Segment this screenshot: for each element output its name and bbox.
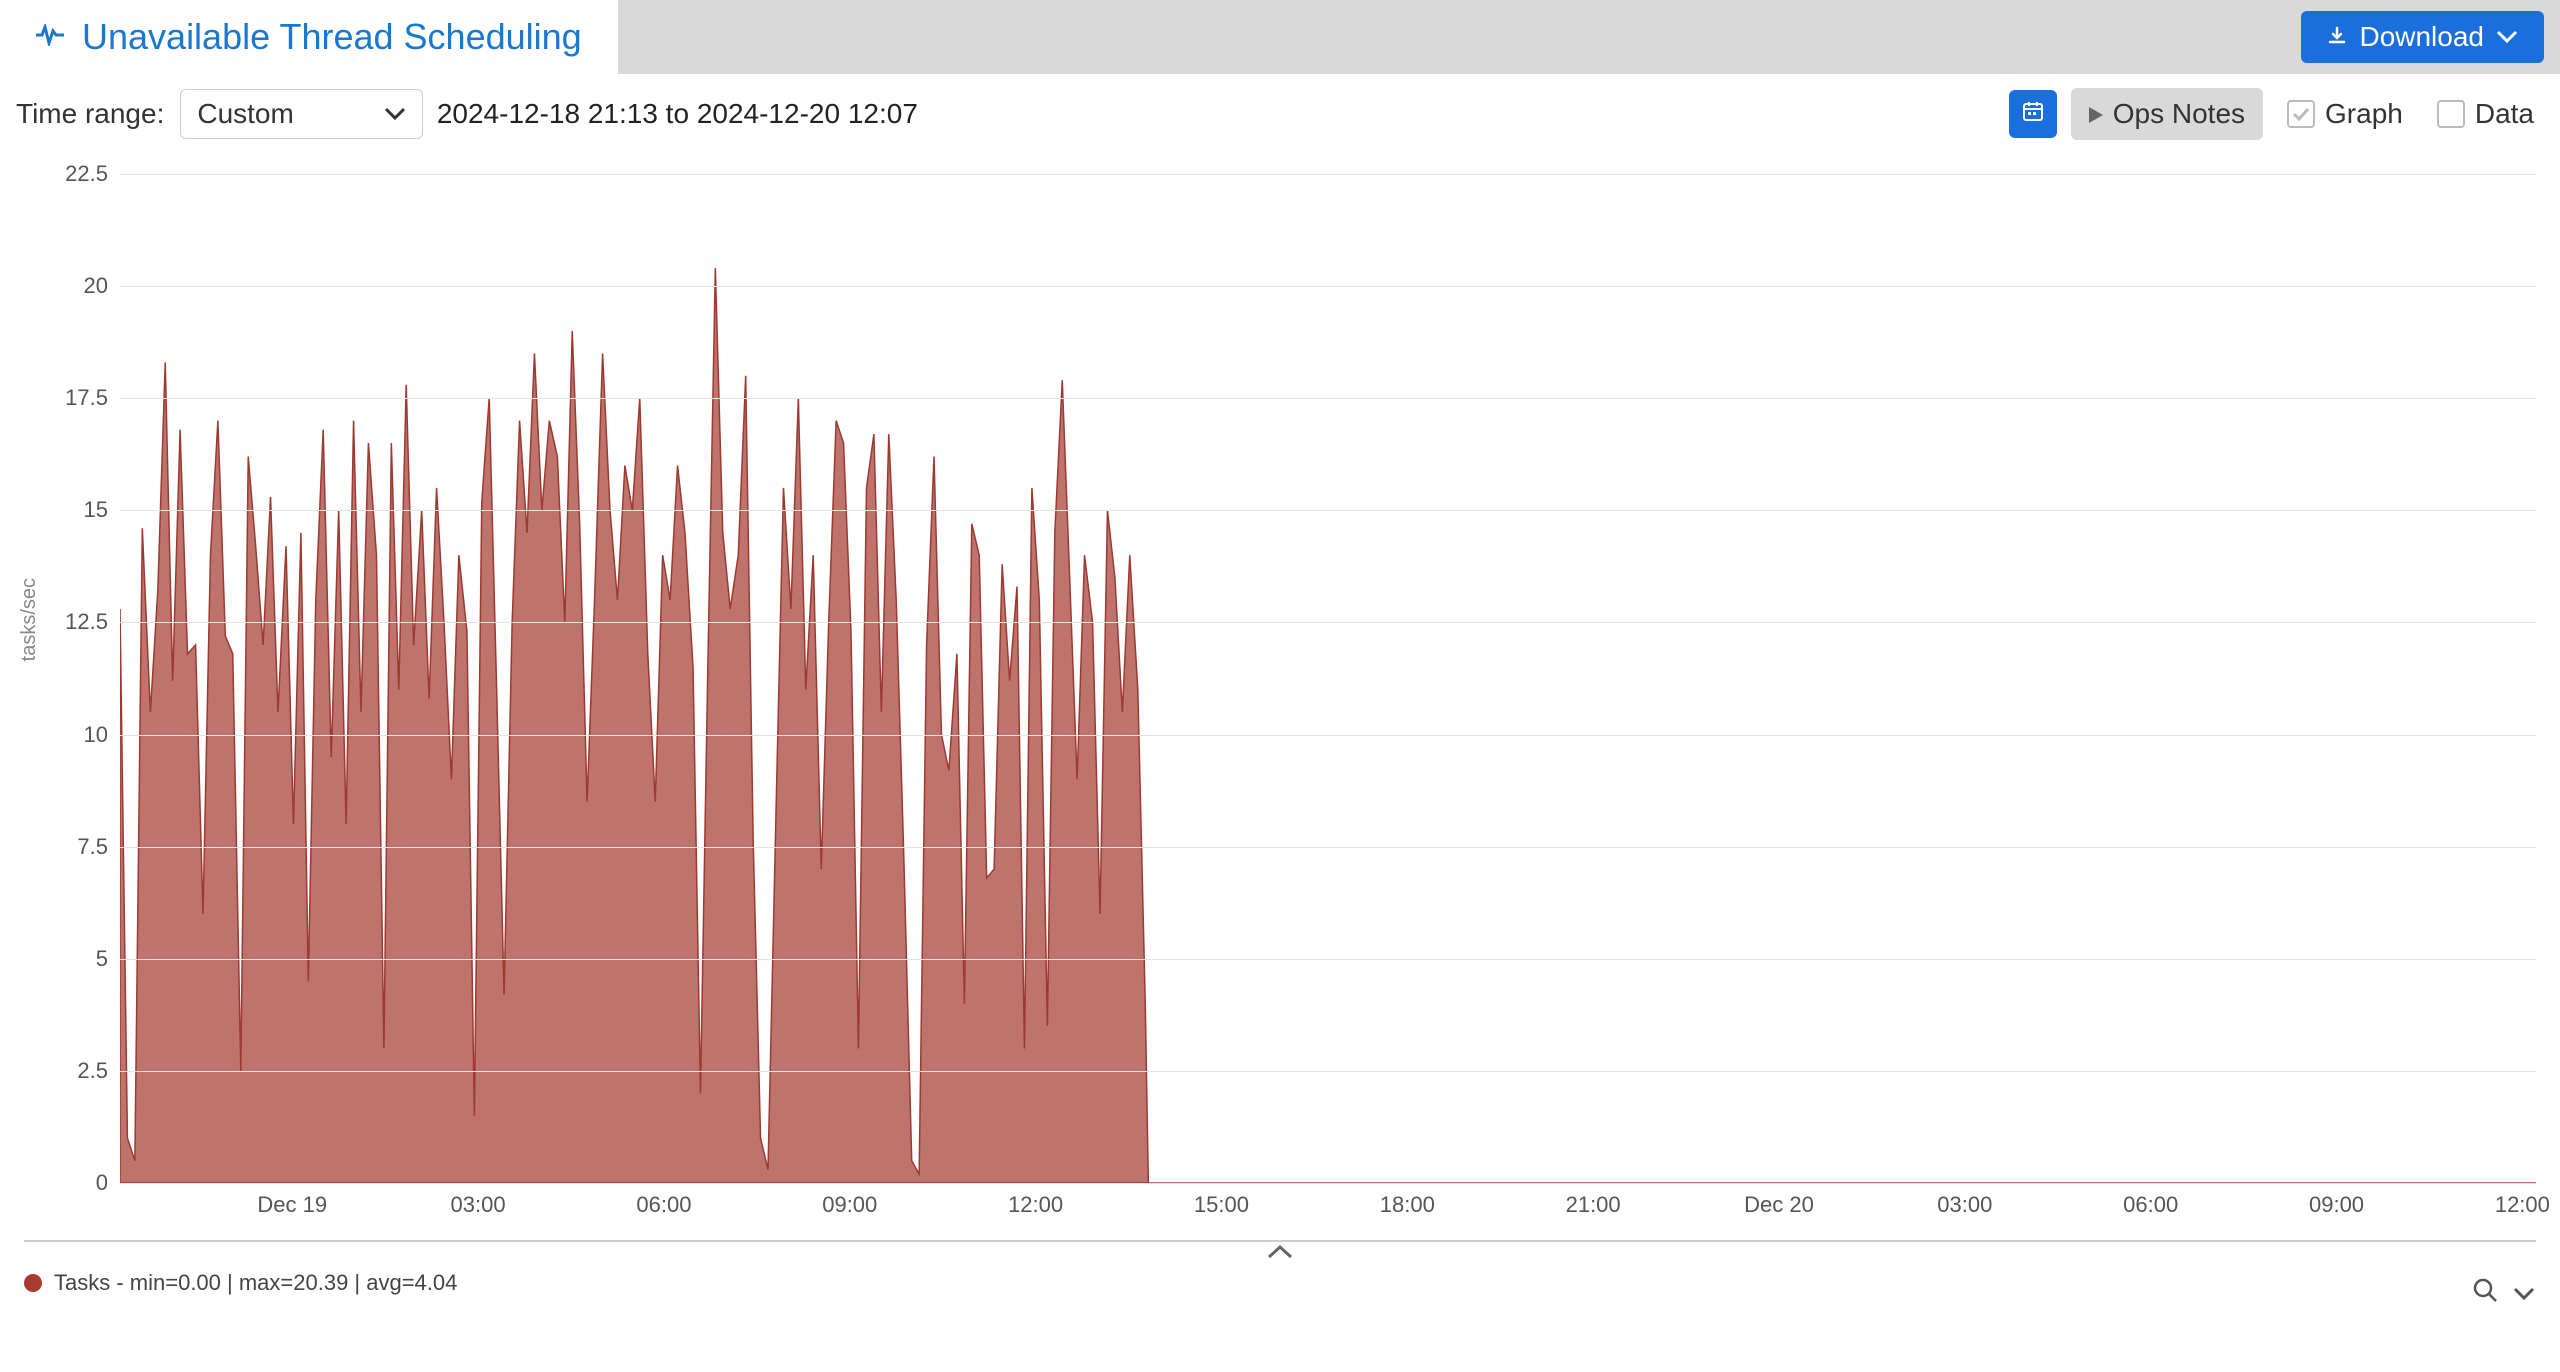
chevron-down-icon[interactable] <box>2512 1277 2536 1310</box>
legend: Tasks - min=0.00 | max=20.39 | avg=4.04 <box>24 1270 2536 1296</box>
data-toggle[interactable]: Data <box>2427 98 2544 130</box>
chart-series-area <box>120 174 2536 1183</box>
y-tick: 20 <box>48 273 108 299</box>
x-tick: 21:00 <box>1566 1192 1621 1218</box>
x-tick: 06:00 <box>2123 1192 2178 1218</box>
x-tick: 03:00 <box>1937 1192 1992 1218</box>
time-range-text: 2024-12-18 21:13 to 2024-12-20 12:07 <box>437 98 918 130</box>
zoom-icon[interactable] <box>2472 1277 2498 1310</box>
y-tick: 17.5 <box>48 385 108 411</box>
y-tick: 15 <box>48 497 108 523</box>
time-range-value: Custom <box>197 98 293 130</box>
data-label: Data <box>2475 98 2534 130</box>
y-axis-label: tasks/sec <box>18 578 41 661</box>
y-tick: 7.5 <box>48 834 108 860</box>
play-icon <box>2089 98 2103 130</box>
tab-title: Unavailable Thread Scheduling <box>82 16 582 58</box>
x-tick: Dec 20 <box>1744 1192 1814 1218</box>
time-range-label: Time range: <box>16 98 164 130</box>
x-tick: 18:00 <box>1380 1192 1435 1218</box>
active-tab[interactable]: Unavailable Thread Scheduling <box>0 0 618 74</box>
x-axis-ticks: Dec 19 03:00 06:00 09:00 12:00 15:00 18:00 21:0… <box>120 1192 2536 1232</box>
chart-plot[interactable]: 02.557.51012.51517.52022.5 <box>120 174 2536 1184</box>
header-bar: Unavailable Thread Scheduling Download <box>0 0 2560 74</box>
ops-notes-button[interactable]: Ops Notes <box>2071 88 2263 140</box>
checkbox-empty-icon <box>2437 100 2465 128</box>
chevron-down-icon <box>2496 24 2518 50</box>
y-tick: 10 <box>48 722 108 748</box>
x-tick: 12:00 <box>2495 1192 2550 1218</box>
x-tick: 06:00 <box>636 1192 691 1218</box>
y-tick: 2.5 <box>48 1058 108 1084</box>
x-tick: 03:00 <box>451 1192 506 1218</box>
time-range-select[interactable]: Custom <box>180 89 422 139</box>
download-button[interactable]: Download <box>2301 11 2544 63</box>
x-tick: 09:00 <box>822 1192 877 1218</box>
graph-toggle[interactable]: Graph <box>2277 98 2413 130</box>
download-label: Download <box>2359 21 2484 53</box>
x-tick: Dec 19 <box>257 1192 327 1218</box>
calendar-icon <box>2021 99 2045 130</box>
chart-area: tasks/sec 02.557.51012.51517.52022.5 Dec… <box>24 174 2536 1232</box>
y-tick: 12.5 <box>48 609 108 635</box>
download-icon <box>2327 21 2347 53</box>
calendar-button[interactable] <box>2009 90 2057 138</box>
x-tick: 09:00 <box>2309 1192 2364 1218</box>
pulse-icon <box>36 22 64 53</box>
footer-divider <box>24 1240 2536 1252</box>
x-tick: 12:00 <box>1008 1192 1063 1218</box>
y-tick: 22.5 <box>48 161 108 187</box>
checkbox-checked-icon <box>2287 100 2315 128</box>
legend-stats: Tasks - min=0.00 | max=20.39 | avg=4.04 <box>54 1270 457 1296</box>
expand-chevron-up-icon[interactable] <box>1266 1236 1294 1267</box>
x-tick: 15:00 <box>1194 1192 1249 1218</box>
y-tick: 0 <box>48 1170 108 1196</box>
ops-notes-label: Ops Notes <box>2113 98 2245 130</box>
right-controls: Ops Notes Graph Data <box>2009 88 2544 140</box>
graph-label: Graph <box>2325 98 2403 130</box>
chevron-down-icon <box>384 101 406 127</box>
controls-row: Time range: Custom 2024-12-18 21:13 to 2… <box>0 74 2560 154</box>
chart-footer-tools <box>2472 1277 2536 1310</box>
y-tick: 5 <box>48 946 108 972</box>
legend-swatch <box>24 1274 42 1292</box>
